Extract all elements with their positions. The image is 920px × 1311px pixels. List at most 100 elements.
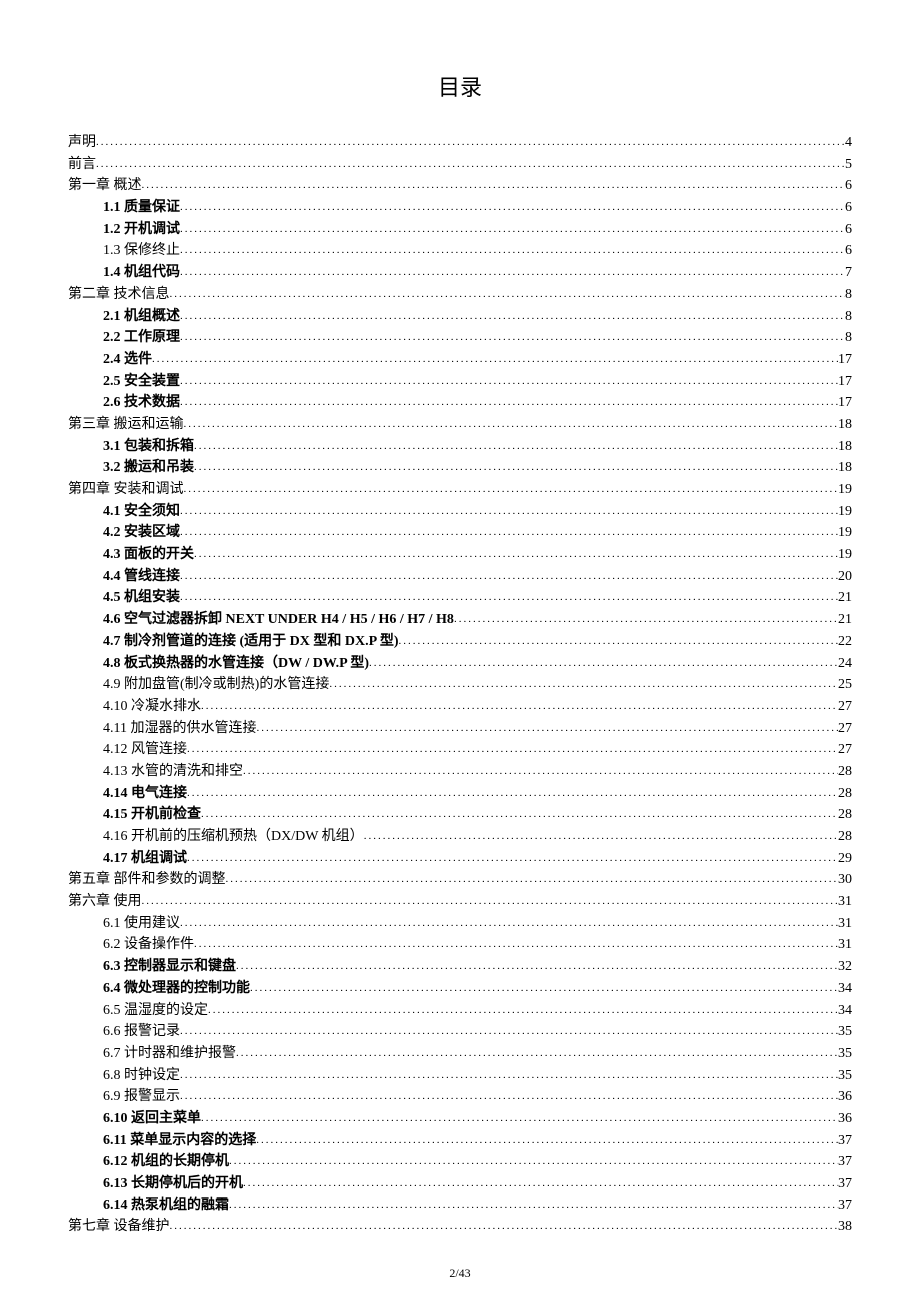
toc-page-number: 27 [838, 739, 852, 761]
toc-leader-dots [180, 524, 838, 541]
toc-leader-dots [96, 156, 845, 173]
toc-leader-dots [187, 785, 838, 802]
toc-leader-dots [184, 416, 839, 433]
toc-label: 3.2 搬运和吊装 [103, 457, 194, 479]
toc-page-number: 37 [838, 1151, 852, 1173]
toc-leader-dots [170, 286, 846, 303]
toc-page-number: 35 [838, 1043, 852, 1065]
toc-label: 2.5 安全装置 [103, 371, 180, 393]
toc-entry: 声明 4 [68, 132, 852, 154]
toc-page-number: 28 [838, 826, 852, 848]
toc-leader-dots [194, 459, 838, 476]
toc-page-number: 22 [838, 631, 852, 653]
toc-entry: 4.7 制冷剂管道的连接 (适用于 DX 型和 DX.P 型)22 [68, 631, 852, 653]
toc-leader-dots [201, 1110, 838, 1127]
toc-page-number: 18 [838, 414, 852, 436]
toc-label: 6.2 设备操作件 [103, 934, 194, 956]
toc-entry: 前言 5 [68, 154, 852, 176]
toc-label: 4.2 安装区域 [103, 522, 180, 544]
toc-entry: 2.1 机组概述8 [68, 306, 852, 328]
toc-entry: 4.2 安装区域 19 [68, 522, 852, 544]
toc-page-number: 30 [838, 869, 852, 891]
page-title: 目录 [68, 70, 852, 102]
toc-page-number: 31 [838, 934, 852, 956]
toc-leader-dots [399, 633, 838, 650]
toc-page-number: 19 [838, 522, 852, 544]
toc-leader-dots [243, 1175, 838, 1192]
toc-page-number: 8 [845, 327, 852, 349]
toc-leader-dots [180, 503, 838, 520]
toc-label: 2.4 选件 [103, 349, 152, 371]
toc-page-number: 17 [838, 371, 852, 393]
toc-leader-dots [180, 1067, 838, 1084]
toc-entry: 1.2 开机调试 6 [68, 219, 852, 241]
toc-label: 6.13 长期停机后的开机 [103, 1173, 243, 1195]
toc-page-number: 27 [838, 696, 852, 718]
toc-leader-dots [152, 351, 838, 368]
toc-label: 6.6 报警记录 [103, 1021, 180, 1043]
toc-entry: 4.15 开机前检查 28 [68, 804, 852, 826]
toc-leader-dots [170, 1218, 839, 1235]
toc-label: 4.9 附加盘管(制冷或制热)的水管连接 [103, 674, 329, 696]
toc-entry: 第六章 使用 31 [68, 891, 852, 913]
toc-leader-dots [369, 655, 838, 672]
toc-page-number: 28 [838, 761, 852, 783]
toc-page-number: 7 [845, 262, 852, 284]
toc-label: 6.11 菜单显示内容的选择 [103, 1130, 256, 1152]
toc-leader-dots [256, 720, 838, 737]
toc-page-number: 36 [838, 1108, 852, 1130]
toc-leader-dots [194, 936, 838, 953]
toc-label: 1.3 保修终止 [103, 240, 180, 262]
toc-entry: 6.6 报警记录 35 [68, 1021, 852, 1043]
toc-label: 2.2 工作原理 [103, 327, 180, 349]
toc-label: 2.1 机组概述 [103, 306, 180, 328]
toc-page-number: 28 [838, 804, 852, 826]
toc-entry: 2.6 技术数据17 [68, 392, 852, 414]
toc-page-number: 4 [845, 132, 852, 154]
toc-page-number: 24 [838, 653, 852, 675]
toc-entry: 1.1 质量保证6 [68, 197, 852, 219]
toc-entry: 6.1 使用建议 31 [68, 913, 852, 935]
toc-label: 6.14 热泵机组的融霜 [103, 1195, 229, 1217]
toc-entry: 4.1 安全须知19 [68, 501, 852, 523]
toc-page-number: 6 [845, 175, 852, 197]
toc-page-number: 18 [838, 457, 852, 479]
toc-leader-dots [236, 1045, 838, 1062]
toc-page-number: 29 [838, 848, 852, 870]
toc-entry: 6.11 菜单显示内容的选择37 [68, 1130, 852, 1152]
toc-page-number: 19 [838, 479, 852, 501]
toc-label: 6.12 机组的长期停机 [103, 1151, 229, 1173]
toc-page-number: 8 [845, 284, 852, 306]
toc-label: 4.16 开机前的压缩机预热（DX/DW 机组） [103, 826, 364, 848]
toc-label: 6.1 使用建议 [103, 913, 180, 935]
toc-label: 4.15 开机前检查 [103, 804, 201, 826]
toc-entry: 6.8 时钟设定 35 [68, 1065, 852, 1087]
page-footer: 2/43 [68, 1266, 852, 1281]
toc-label: 4.5 机组安装 [103, 587, 180, 609]
toc-entry: 第三章 搬运和运输 18 [68, 414, 852, 436]
toc-entry: 4.8 板式换热器的水管连接（DW / DW.P 型)24 [68, 653, 852, 675]
toc-entry: 2.4 选件 17 [68, 349, 852, 371]
toc-leader-dots [194, 546, 838, 563]
toc-leader-dots [201, 806, 838, 823]
toc-label: 6.7 计时器和维护报警 [103, 1043, 236, 1065]
toc-leader-dots [180, 915, 838, 932]
toc-leader-dots [180, 221, 845, 238]
toc-page-number: 6 [845, 219, 852, 241]
toc-leader-dots [329, 676, 838, 693]
toc-leader-dots [180, 589, 838, 606]
toc-page-number: 35 [838, 1021, 852, 1043]
toc-leader-dots [184, 481, 839, 498]
toc-entry: 2.2 工作原理 8 [68, 327, 852, 349]
toc-label: 1.2 开机调试 [103, 219, 180, 241]
toc-entry: 4.17 机组调试29 [68, 848, 852, 870]
toc-leader-dots [180, 1088, 838, 1105]
toc-label: 1.1 质量保证 [103, 197, 180, 219]
toc-label: 前言 [68, 154, 96, 176]
toc-entry: 4.14 电气连接28 [68, 783, 852, 805]
toc-page-number: 32 [838, 956, 852, 978]
toc-entry: 第二章 技术信息 8 [68, 284, 852, 306]
toc-label: 4.6 空气过滤器拆卸 NEXT UNDER H4 / H5 / H6 / H7… [103, 609, 454, 631]
toc-leader-dots [229, 1153, 838, 1170]
toc-page-number: 5 [845, 154, 852, 176]
